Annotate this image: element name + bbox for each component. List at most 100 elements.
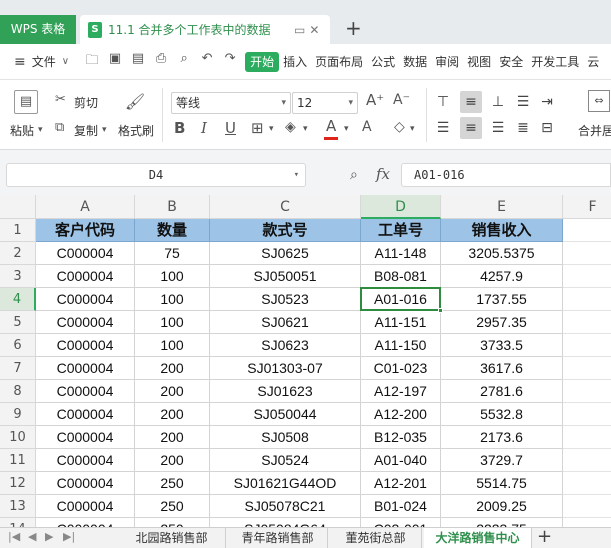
table-cell[interactable]: 5514.75	[441, 472, 563, 495]
align-left-icon[interactable]: ☰	[432, 117, 454, 139]
table-cell[interactable]: 100	[135, 288, 210, 311]
document-tab[interactable]: S 11.1 合并多个工作表中的数据 ▭ ✕	[80, 15, 330, 44]
borders-dropdown-icon[interactable]: ▾	[269, 124, 274, 134]
table-cell[interactable]: 4257.9	[441, 265, 563, 288]
table-cell[interactable]: B08-081	[361, 265, 441, 288]
font-color-a-icon[interactable]: A	[362, 119, 372, 135]
text-color-icon[interactable]: A	[326, 117, 336, 135]
zoom-magnifier-icon[interactable]: ⌕	[350, 167, 358, 183]
cut-button[interactable]: 剪切	[74, 94, 98, 111]
table-cell[interactable]: C02-001	[361, 518, 441, 527]
align-bottom-icon[interactable]: ⊥	[487, 91, 509, 113]
table-cell[interactable]: 250	[135, 518, 210, 527]
menu-tab-8[interactable]: 开发工具	[527, 52, 583, 72]
table-cell[interactable]: SJ0625	[210, 242, 361, 265]
table-cell[interactable]: C000004	[36, 311, 135, 334]
file-menu[interactable]: 文件	[32, 53, 56, 70]
empty-cell[interactable]	[563, 380, 611, 403]
eraser-icon[interactable]: ◇	[394, 119, 405, 135]
empty-cell[interactable]	[563, 403, 611, 426]
align-top-icon[interactable]: ⊤	[432, 91, 454, 113]
table-cell[interactable]: C000004	[36, 380, 135, 403]
table-cell[interactable]: C000004	[36, 426, 135, 449]
table-cell[interactable]: A01-040	[361, 449, 441, 472]
table-cell[interactable]: C000004	[36, 334, 135, 357]
sheet-tab[interactable]: 青年路销售部	[228, 528, 328, 548]
header-cell[interactable]: 工单号	[361, 219, 441, 242]
select-all-corner[interactable]	[0, 195, 36, 219]
column-header-d[interactable]: D	[361, 195, 441, 219]
table-cell[interactable]: C000004	[36, 357, 135, 380]
eraser-dropdown-icon[interactable]: ▾	[410, 124, 415, 134]
header-cell[interactable]: 数量	[135, 219, 210, 242]
table-cell[interactable]: SJ0623	[210, 334, 361, 357]
paste-icon[interactable]: ▤	[14, 90, 38, 114]
paste-dropdown-icon[interactable]: ▾	[38, 125, 43, 135]
table-cell[interactable]: 3205.5375	[441, 242, 563, 265]
header-cell[interactable]: 客户代码	[36, 219, 135, 242]
table-cell[interactable]: A12-200	[361, 403, 441, 426]
table-cell[interactable]: A01-016	[361, 288, 441, 311]
table-cell[interactable]: SJ0524	[210, 449, 361, 472]
table-cell[interactable]: 200	[135, 449, 210, 472]
sheet-tab[interactable]: 大洋路销售中心	[424, 528, 532, 548]
menu-tab-9[interactable]: 云	[583, 52, 603, 72]
chevron-down-icon[interactable]: ∨	[62, 56, 69, 67]
indent-icon[interactable]: ⇥	[536, 91, 558, 113]
table-cell[interactable]: C000004	[36, 518, 135, 527]
empty-cell[interactable]	[563, 242, 611, 265]
text-color-dropdown-icon[interactable]: ▾	[344, 124, 349, 134]
table-cell[interactable]: 5532.8	[441, 403, 563, 426]
table-cell[interactable]: SJ0508	[210, 426, 361, 449]
window-restore-icon[interactable]: ▭	[294, 23, 305, 37]
table-cell[interactable]: B01-024	[361, 495, 441, 518]
row-header[interactable]: 2	[0, 242, 36, 265]
menu-tab-2[interactable]: 页面布局	[311, 52, 367, 72]
row-header[interactable]: 7	[0, 357, 36, 380]
empty-cell[interactable]	[563, 334, 611, 357]
header-cell[interactable]: 款式号	[210, 219, 361, 242]
copy-dropdown-icon[interactable]: ▾	[102, 125, 107, 135]
table-cell[interactable]: SJ05084G64	[210, 518, 361, 527]
row-header[interactable]: 3	[0, 265, 36, 288]
orientation-icon[interactable]: ☰	[512, 91, 534, 113]
table-cell[interactable]: 100	[135, 265, 210, 288]
menu-tab-6[interactable]: 视图	[463, 52, 495, 72]
table-cell[interactable]: 200	[135, 380, 210, 403]
row-header[interactable]: 8	[0, 380, 36, 403]
empty-cell[interactable]	[563, 495, 611, 518]
sheet-tab[interactable]: 董苑街总部	[330, 528, 422, 548]
menu-tab-7[interactable]: 安全	[495, 52, 527, 72]
format-painter-icon[interactable]: 🖌	[124, 92, 146, 116]
table-cell[interactable]: 2957.35	[441, 311, 563, 334]
fill-color-dropdown-icon[interactable]: ▾	[303, 124, 308, 134]
table-cell[interactable]: 3733.5	[441, 334, 563, 357]
sheet-tab[interactable]: 北园路销售部	[118, 528, 226, 548]
table-cell[interactable]: 200	[135, 357, 210, 380]
row-header[interactable]: 13	[0, 495, 36, 518]
hamburger-menu-icon[interactable]: ≡	[14, 54, 26, 70]
empty-cell[interactable]	[563, 288, 611, 311]
table-cell[interactable]: 3729.7	[441, 449, 563, 472]
font-size-select[interactable]: 12 ▾	[292, 92, 358, 114]
table-cell[interactable]: C000004	[36, 242, 135, 265]
font-name-select[interactable]: 等线 ▾	[171, 92, 291, 114]
column-header-b[interactable]: B	[135, 195, 210, 219]
justify-icon[interactable]: ≣	[512, 117, 534, 139]
table-cell[interactable]: 2009.25	[441, 495, 563, 518]
menu-tab-4[interactable]: 数据	[399, 52, 431, 72]
table-cell[interactable]: 2781.6	[441, 380, 563, 403]
table-cell[interactable]: A12-201	[361, 472, 441, 495]
table-cell[interactable]: 250	[135, 495, 210, 518]
add-sheet-button[interactable]: +	[537, 526, 552, 547]
table-cell[interactable]: A12-197	[361, 380, 441, 403]
table-cell[interactable]: 200	[135, 426, 210, 449]
increase-font-icon[interactable]: A⁺	[366, 91, 384, 109]
table-cell[interactable]: 250	[135, 472, 210, 495]
table-cell[interactable]: 2173.6	[441, 426, 563, 449]
table-cell[interactable]: SJ01621G44OD	[210, 472, 361, 495]
table-cell[interactable]: C000004	[36, 449, 135, 472]
menu-tab-1[interactable]: 插入	[279, 52, 311, 72]
table-cell[interactable]: A11-151	[361, 311, 441, 334]
scissors-icon[interactable]: ✂	[55, 92, 66, 107]
